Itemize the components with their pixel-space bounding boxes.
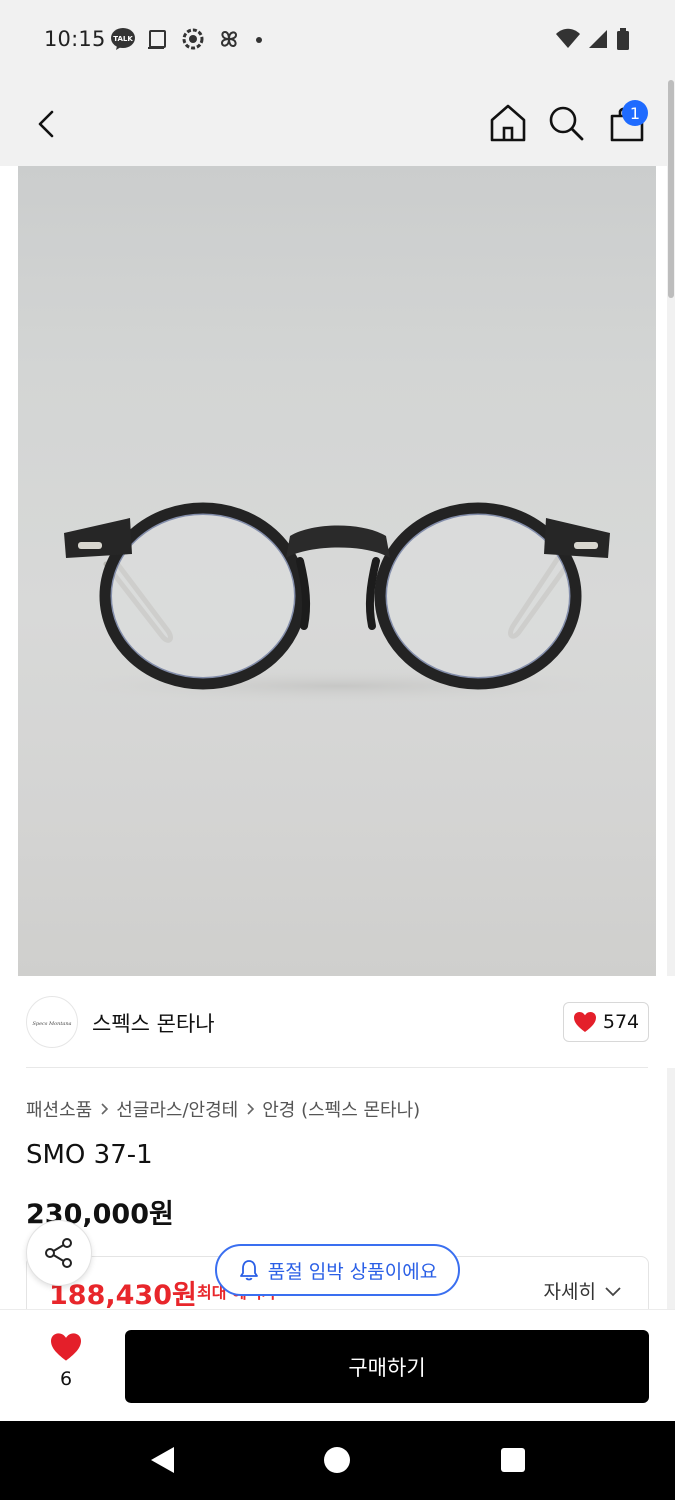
detail-toggle[interactable]: 자세히 (544, 1277, 622, 1304)
soldout-notice[interactable]: 품절 임박 상품이에요 (215, 1244, 460, 1296)
brand-logo[interactable]: Specs Montana (26, 996, 78, 1048)
wishlist-button[interactable]: 6 (44, 1332, 88, 1390)
search-icon (549, 106, 584, 141)
status-time: 10:15 (44, 27, 106, 51)
chevron-down-icon (605, 1286, 621, 1296)
bell-icon (239, 1260, 258, 1281)
breadcrumb-item-subcategory[interactable]: 선글라스/안경테 (116, 1096, 238, 1122)
home-icon (490, 104, 526, 142)
square-icon (146, 27, 170, 55)
section-divider (26, 1067, 648, 1068)
brand-logo-text: Specs Montana (32, 1021, 71, 1027)
product-image[interactable] (18, 166, 656, 976)
pinwheel-icon (216, 26, 242, 56)
chevron-right-icon (101, 1103, 109, 1115)
wifi-icon (555, 28, 581, 54)
breadcrumb: 패션소품 선글라스/안경테 안경 (스펙스 몬타나) (26, 1096, 420, 1122)
back-triangle-icon[interactable] (148, 1445, 176, 1475)
heart-icon (51, 1333, 81, 1361)
breadcrumb-item-current[interactable]: 안경 (스펙스 몬타나) (262, 1096, 420, 1122)
chevron-left-icon (38, 110, 54, 138)
dot-icon (252, 27, 266, 55)
buy-button[interactable]: 구매하기 (125, 1330, 649, 1403)
status-system-icons (555, 26, 631, 56)
home-circle-icon[interactable] (323, 1445, 351, 1475)
breadcrumb-item-category[interactable]: 패션소품 (26, 1096, 92, 1122)
back-button[interactable] (30, 104, 64, 144)
wishlist-count: 6 (59, 1368, 73, 1390)
android-navigation-bar (0, 1421, 675, 1500)
share-icon (45, 1238, 72, 1268)
settings-sync-icon (180, 26, 206, 56)
recents-square-icon[interactable] (499, 1445, 527, 1475)
product-title: SMO 37-1 (26, 1140, 153, 1170)
share-button[interactable] (26, 1220, 92, 1286)
brand-like-count: 574 (602, 1011, 640, 1033)
brand-like-button[interactable]: 574 (563, 1002, 649, 1042)
scrollbar-thumb[interactable] (668, 80, 674, 298)
status-bar: 10:15 TALK (0, 0, 675, 80)
search-button[interactable] (546, 102, 586, 144)
detail-label: 자세히 (543, 1281, 596, 1303)
soldout-text: 품절 임박 상품이에요 (267, 1260, 438, 1283)
chevron-right-icon (247, 1103, 255, 1115)
svg-text:TALK: TALK (113, 35, 133, 43)
signal-icon (587, 28, 609, 54)
cart-count-badge: 1 (622, 100, 648, 126)
top-navigation-bar (0, 80, 675, 166)
talk-icon: TALK (110, 27, 136, 55)
brand-name[interactable]: 스펙스 몬타나 (92, 1008, 215, 1038)
brand-row[interactable]: Specs Montana 스펙스 몬타나 574 (0, 976, 675, 1068)
home-button[interactable] (488, 102, 528, 144)
status-notification-icons: TALK (110, 26, 266, 56)
eyeglasses-illustration (50, 502, 630, 704)
bottom-action-bar: 6 구매하기 (0, 1309, 675, 1421)
heart-icon (573, 1012, 596, 1032)
battery-icon (615, 27, 631, 55)
